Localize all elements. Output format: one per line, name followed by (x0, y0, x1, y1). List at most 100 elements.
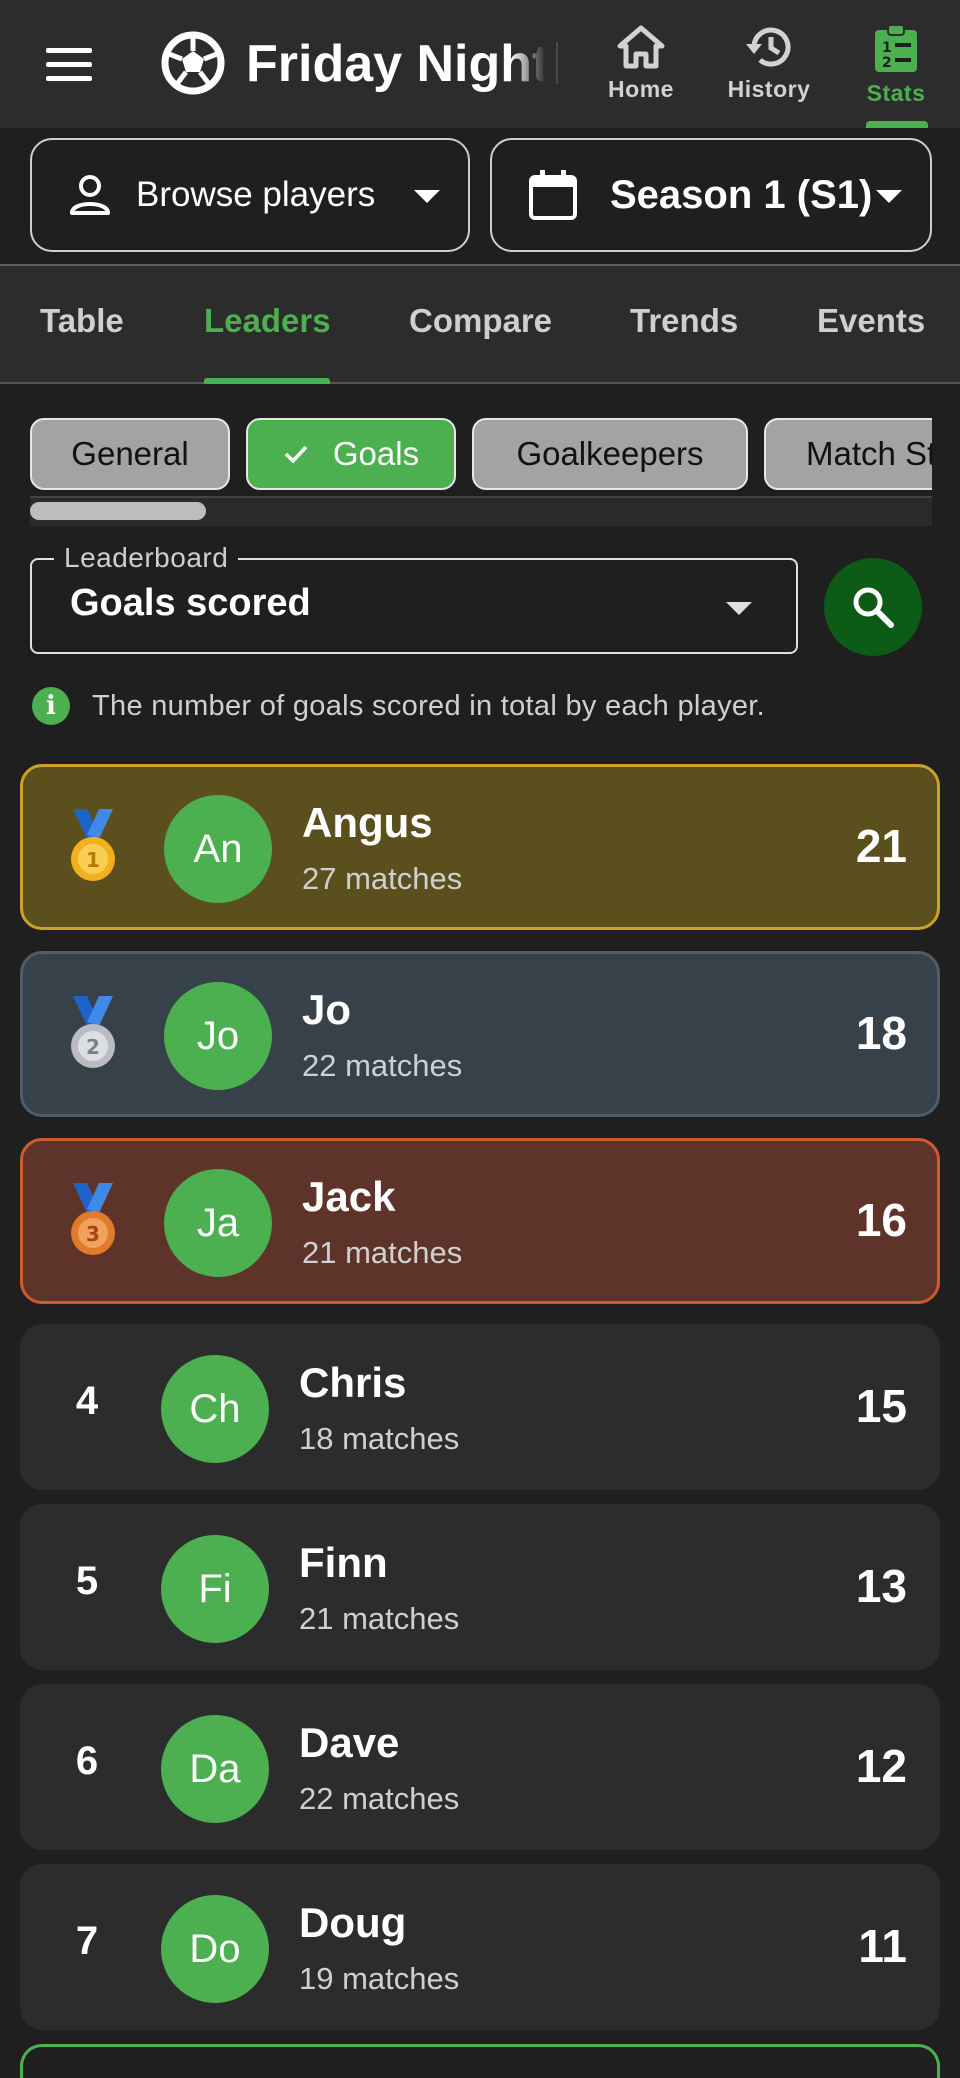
tab-compare[interactable]: Compare (409, 302, 552, 340)
chip-match-stats[interactable]: Match St (764, 418, 932, 490)
player-matches: 21 matches (302, 1235, 463, 1270)
stats-clipboard-icon: 1 2 (875, 24, 917, 72)
leaderboard-row[interactable]: 7 Do Doug 19 matches 11 (20, 1864, 940, 2030)
chip-goalkeepers[interactable]: Goalkeepers (472, 418, 748, 490)
leaderboard-row[interactable]: 4 Ch Chris 18 matches 15 (20, 1324, 940, 1490)
player-name: Finn (299, 1539, 388, 1586)
app-title: Friday Night (246, 35, 546, 93)
nav-stats[interactable]: 1 2 Stats (836, 20, 956, 128)
chevron-down-icon (414, 190, 440, 203)
player-name: Jo (302, 986, 352, 1033)
player-goals: 18 (855, 1007, 907, 1059)
chip-general-label: General (71, 435, 189, 472)
svg-text:2: 2 (86, 1035, 100, 1059)
app-bar: Friday Night Home History 1 2 Stats (0, 0, 960, 128)
soccer-ball-icon (161, 31, 225, 95)
nav-active-indicator (866, 121, 928, 128)
chip-scrollbar-thumb[interactable] (30, 502, 206, 520)
gold-medal-icon: 1 (71, 809, 115, 881)
leaderboard-row[interactable]: 5 Fi Finn 21 matches 13 (20, 1504, 940, 1670)
chevron-down-icon (726, 602, 752, 615)
search-button[interactable] (824, 558, 922, 656)
player-matches: 21 matches (299, 1601, 460, 1636)
leaderboard-row[interactable]: 6 Da Dave 22 matches 12 (20, 1684, 940, 1850)
player-matches: 27 matches (302, 861, 463, 896)
svg-text:2: 2 (882, 55, 892, 71)
avatar: Ja (164, 1169, 272, 1277)
player-name: Dave (299, 1719, 400, 1766)
player-goals: 15 (855, 1380, 907, 1432)
player-rank: 7 (75, 1919, 99, 1963)
leaderboard-row[interactable]: 2 Jo Jo 22 matches 18 (20, 951, 940, 1117)
leaderboard-description: i The number of goals scored in total by… (32, 686, 932, 726)
chip-general[interactable]: General (30, 418, 230, 490)
browse-players-label: Browse players (136, 175, 376, 214)
player-goals: 16 (855, 1194, 907, 1246)
home-icon (617, 25, 665, 69)
leaderboard-label: Leaderboard (54, 542, 239, 574)
player-name: Jack (302, 1173, 396, 1220)
chip-goals-label: Goals (332, 435, 420, 472)
person-icon (70, 175, 110, 215)
nav-history-label: History (727, 76, 811, 102)
leaderboard-row[interactable] (20, 2044, 940, 2078)
chip-goalkeepers-label: Goalkeepers (516, 435, 704, 472)
nav-home[interactable]: Home (581, 20, 701, 128)
player-rank: 5 (75, 1559, 99, 1603)
tab-trends[interactable]: Trends (630, 302, 738, 340)
nav-stats-label: Stats (866, 80, 926, 106)
avatar: Da (161, 1715, 269, 1823)
leaderboard-select[interactable]: Leaderboard Goals scored (30, 542, 798, 654)
silver-medal-icon: 2 (71, 996, 115, 1068)
player-goals: 12 (855, 1740, 907, 1792)
browse-players-dropdown[interactable]: Browse players (30, 138, 470, 252)
category-chips: General Goals Goalkeepers Match St (30, 418, 932, 490)
player-matches: 22 matches (299, 1781, 460, 1816)
player-goals: 21 (855, 820, 907, 872)
avatar: Do (161, 1895, 269, 2003)
season-dropdown[interactable]: Season 1 (S1) (490, 138, 932, 252)
bronze-medal-icon: 3 (71, 1183, 115, 1255)
player-name: Doug (299, 1899, 407, 1946)
nav-history[interactable]: History (709, 20, 829, 128)
tab-table[interactable]: Table (40, 302, 124, 340)
player-goals: 13 (855, 1560, 907, 1612)
season-label: Season 1 (S1) (610, 172, 873, 217)
chip-goals[interactable]: Goals (246, 418, 456, 490)
player-matches: 19 matches (299, 1961, 460, 1996)
avatar: Fi (161, 1535, 269, 1643)
description-text: The number of goals scored in total by e… (92, 689, 766, 722)
svg-text:1: 1 (882, 40, 892, 56)
svg-text:1: 1 (86, 848, 100, 872)
player-matches: 22 matches (302, 1048, 463, 1083)
player-name: Angus (302, 799, 433, 846)
tab-events[interactable]: Events (817, 302, 925, 340)
history-icon (746, 27, 791, 67)
svg-text:3: 3 (86, 1222, 100, 1246)
nav-home-label: Home (608, 76, 674, 102)
avatar: Jo (164, 982, 272, 1090)
leaderboard-row[interactable]: 3 Ja Jack 21 matches 16 (20, 1138, 940, 1304)
menu-icon[interactable] (38, 36, 100, 92)
check-icon (284, 445, 308, 464)
player-name: Chris (299, 1359, 407, 1406)
leaderboard-row[interactable]: 1 An Angus 27 matches 21 (20, 764, 940, 930)
search-icon (853, 587, 894, 628)
chevron-down-icon (876, 190, 902, 203)
title-divider (556, 42, 558, 84)
player-rank: 6 (75, 1739, 99, 1783)
calendar-icon (529, 170, 577, 220)
filter-bar: Browse players Season 1 (S1) (0, 128, 960, 266)
section-tabs: Table Leaders Compare Trends Events (0, 266, 960, 384)
leaderboard-value: Goals scored (70, 582, 311, 624)
avatar: An (164, 795, 272, 903)
info-icon: i (32, 687, 70, 725)
tab-leaders[interactable]: Leaders (204, 302, 331, 340)
chip-scrollbar[interactable] (30, 496, 932, 526)
tab-active-indicator (204, 378, 330, 384)
chip-match-stats-label: Match St (806, 435, 932, 472)
player-matches: 18 matches (299, 1421, 460, 1456)
player-rank: 4 (75, 1379, 99, 1423)
player-goals: 11 (858, 1920, 907, 1972)
avatar: Ch (161, 1355, 269, 1463)
